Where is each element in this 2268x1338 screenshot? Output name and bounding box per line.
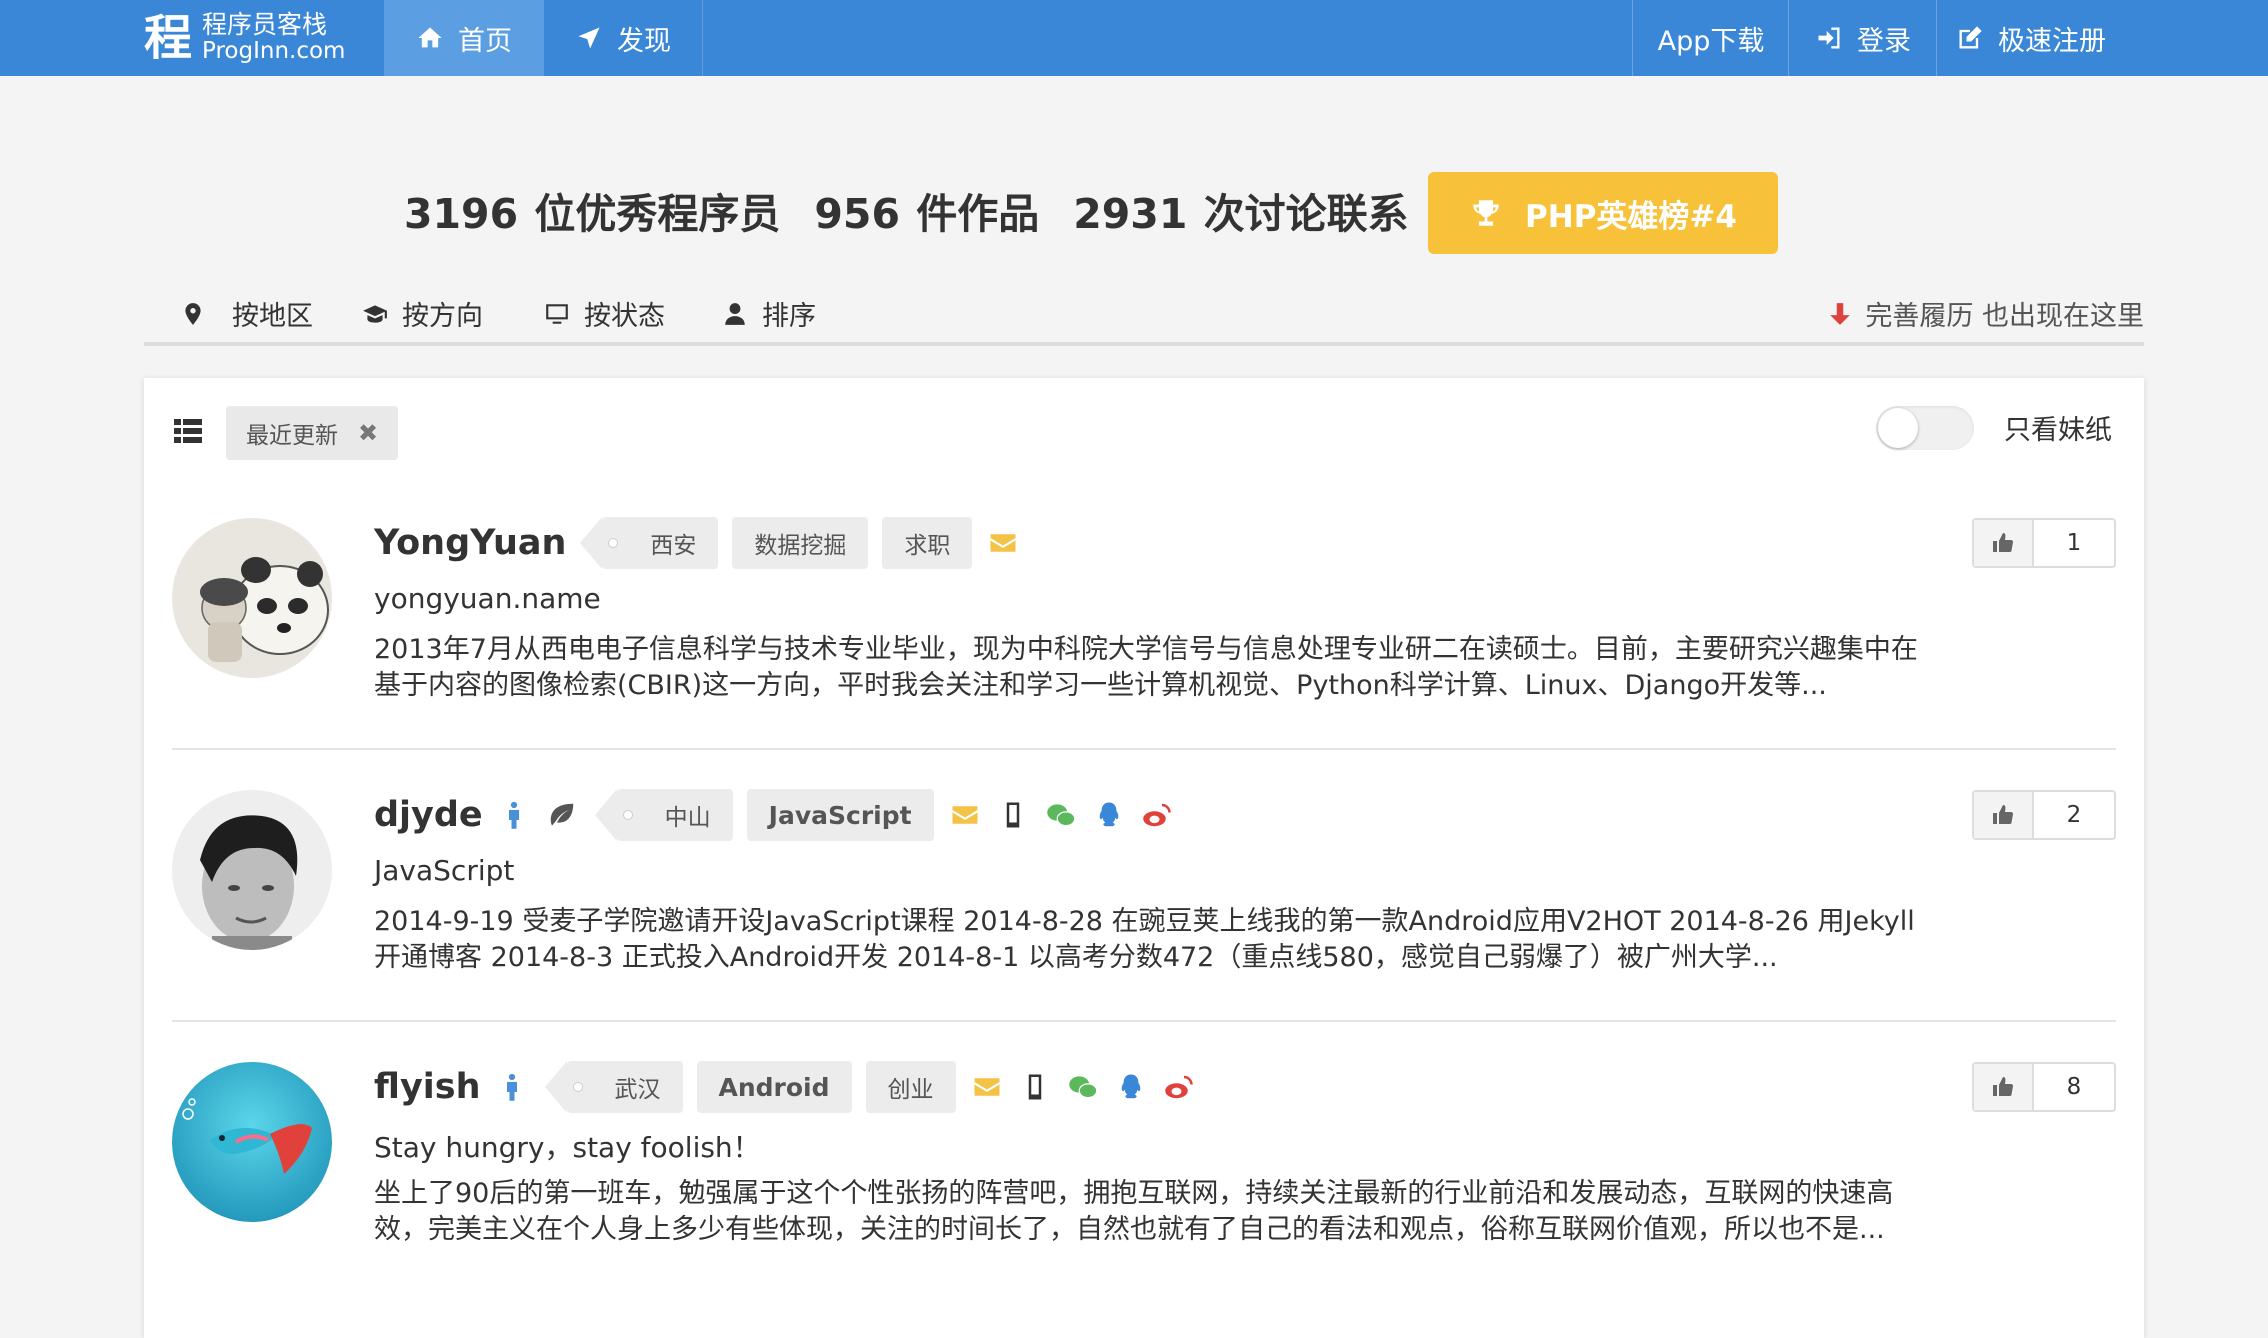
php-hero-button[interactable]: PHP英雄榜#4 <box>1428 172 1778 254</box>
skill-tag[interactable]: Android <box>696 1061 852 1113</box>
toggle-knob <box>1878 408 1918 448</box>
girls-only-label: 只看妹纸 <box>2004 415 2112 446</box>
location-tag[interactable]: 西安 <box>580 517 719 569</box>
mobile-icon[interactable] <box>996 798 1030 832</box>
filter-sort[interactable]: 排序 <box>722 294 816 333</box>
thumbs-up-icon <box>1993 533 2014 552</box>
logo-mark: 程 <box>143 10 192 66</box>
male-icon <box>495 1070 529 1104</box>
nav-register[interactable]: 极速注册 <box>1936 0 2125 76</box>
desktop-icon <box>546 303 568 324</box>
nav-app-label: App下载 <box>1657 25 1765 57</box>
filter-region-label: 按地区 <box>232 301 313 332</box>
complete-resume-label: 完善履历 也出现在这里 <box>1865 301 2144 332</box>
chip-label: 最近更新 <box>246 423 338 449</box>
thumbs-up-icon <box>1993 805 2014 824</box>
nav-discover[interactable]: 发现 <box>544 0 703 76</box>
filter-sort-label: 排序 <box>762 301 816 332</box>
location-tag[interactable]: 武汉 <box>544 1061 683 1113</box>
nav-login[interactable]: 登录 <box>1788 0 1937 76</box>
envelope-icon[interactable] <box>970 1070 1004 1104</box>
nav-discover-label: 发现 <box>617 25 671 57</box>
user-name[interactable]: djyde <box>374 795 483 835</box>
sign-in-icon <box>1818 27 1840 49</box>
arrow-down-icon <box>1830 302 1851 325</box>
edit-icon <box>1959 26 1982 49</box>
location-tag[interactable]: 中山 <box>594 789 733 841</box>
recent-update-chip[interactable]: 最近更新 ✖ <box>226 406 399 460</box>
user-headline: yongyuan.name <box>374 582 601 615</box>
user-name[interactable]: flyish <box>374 1067 481 1107</box>
status-tag[interactable]: 求职 <box>882 517 973 569</box>
logo-name-en: ProgInn.com <box>202 38 346 64</box>
mobile-icon[interactable] <box>1018 1070 1052 1104</box>
home-icon <box>418 27 442 48</box>
stat-discussions: 2931 次讨论联系 <box>1073 190 1409 238</box>
location-arrow-icon <box>578 27 600 49</box>
user-icon <box>725 302 745 325</box>
user-description: 2013年7月从西电电子信息科学与技术专业毕业，现为中科院大学信号与信息处理专业… <box>374 634 1918 701</box>
user-headline: Stay hungry，stay foolish！ <box>374 1131 761 1164</box>
close-icon[interactable]: ✖ <box>358 419 378 447</box>
avatar[interactable] <box>172 1062 332 1222</box>
user-name[interactable]: YongYuan <box>374 523 566 563</box>
filter-direction[interactable]: 按方向 <box>362 294 483 333</box>
nav-login-label: 登录 <box>1857 25 1911 57</box>
map-marker-icon <box>185 302 201 325</box>
programmer-row[interactable]: flyish 武汉 Android 创业 Stay hungry，stay fo… <box>172 1061 2144 1334</box>
row-divider <box>172 1020 2116 1022</box>
filter-status[interactable]: 按状态 <box>544 294 665 333</box>
row-divider <box>172 748 2116 750</box>
skill-tag[interactable]: JavaScript <box>746 789 934 841</box>
male-icon <box>497 798 531 832</box>
trophy-icon <box>1473 200 1499 226</box>
logo-name-cn: 程序员客栈 <box>202 10 328 39</box>
filter-divider <box>144 342 2144 346</box>
like-count: 1 <box>2066 530 2082 556</box>
graduation-cap-icon <box>363 304 387 323</box>
user-description: 坐上了90后的第一班车，勉强属于这个个性张扬的阵营吧，拥抱互联网，持续关注最新的… <box>374 1178 1894 1245</box>
site-logo[interactable]: 程 程序员客栈 ProgInn.com <box>142 6 345 70</box>
envelope-icon[interactable] <box>948 798 982 832</box>
programmer-list-card: 最近更新 ✖ 只看妹纸 YongYuan 西安 数据挖掘 求职 yongyuan… <box>144 378 2144 1338</box>
like-button[interactable]: 2 <box>1972 790 2116 840</box>
site-stats: 3196 位优秀程序员 956 件作品 2931 次讨论联系 <box>404 180 1443 240</box>
leaf-icon <box>545 798 579 832</box>
like-count: 2 <box>2066 802 2082 828</box>
list-view-icon[interactable] <box>174 418 202 444</box>
envelope-icon[interactable] <box>986 526 1020 560</box>
like-count: 8 <box>2066 1074 2082 1100</box>
qq-icon[interactable] <box>1092 798 1126 832</box>
wechat-icon[interactable] <box>1044 798 1078 832</box>
complete-resume-link[interactable]: 完善履历 也出现在这里 <box>1827 294 2144 333</box>
nav-home[interactable]: 首页 <box>384 0 544 76</box>
weibo-icon[interactable] <box>1162 1070 1196 1104</box>
qq-icon[interactable] <box>1114 1070 1148 1104</box>
girls-only-toggle[interactable] <box>1876 406 1974 450</box>
php-hero-label: PHP英雄榜#4 <box>1525 198 1737 235</box>
status-tag[interactable]: 创业 <box>865 1061 956 1113</box>
stat-programmers: 3196 位优秀程序员 <box>404 190 781 238</box>
user-description: 2014-9-19 受麦子学院邀请开设JavaScript课程 2014-8-2… <box>374 906 1915 973</box>
skill-tag[interactable]: 数据挖掘 <box>732 517 869 569</box>
filter-status-label: 按状态 <box>584 301 665 332</box>
filter-direction-label: 按方向 <box>402 301 483 332</box>
avatar[interactable] <box>172 790 332 950</box>
user-headline: JavaScript <box>374 854 515 887</box>
filter-bar: 按地区 按方向 按状态 排序 完善履历 也出现在这里 <box>144 294 2144 344</box>
wechat-icon[interactable] <box>1066 1070 1100 1104</box>
like-button[interactable]: 8 <box>1972 1062 2116 1112</box>
top-navbar: 程 程序员客栈 ProgInn.com 首页 发现 App下载 登录 极速注册 <box>0 0 2268 76</box>
nav-register-label: 极速注册 <box>1998 25 2106 57</box>
thumbs-up-icon <box>1993 1077 2014 1096</box>
nav-home-label: 首页 <box>458 25 512 57</box>
filter-region[interactable]: 按地区 <box>180 294 313 333</box>
nav-app-download[interactable]: App下载 <box>1632 0 1789 76</box>
like-button[interactable]: 1 <box>1972 518 2116 568</box>
stat-works: 956 件作品 <box>814 190 1040 238</box>
weibo-icon[interactable] <box>1140 798 1174 832</box>
avatar[interactable] <box>172 518 332 678</box>
